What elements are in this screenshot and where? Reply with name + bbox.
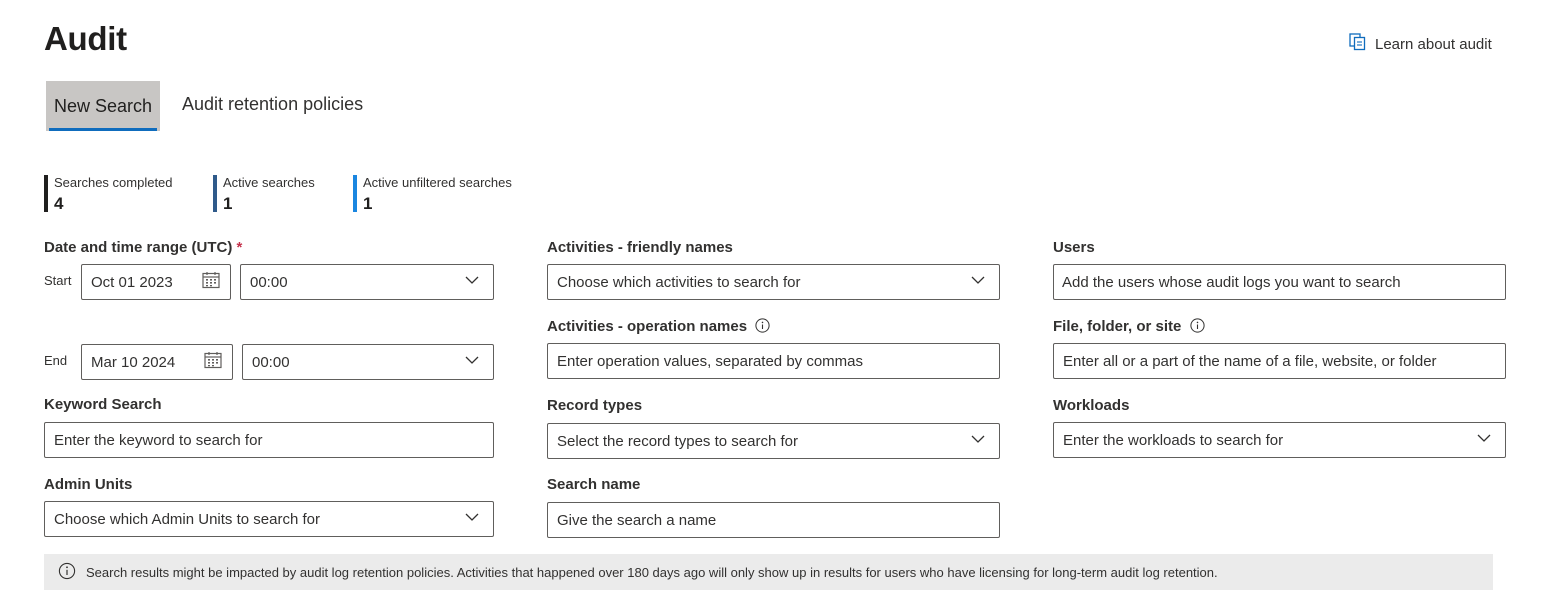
learn-link-label: Learn about audit	[1375, 35, 1492, 53]
page-title: Audit	[44, 20, 127, 57]
start-date-value: Oct 01 2023	[91, 273, 173, 291]
stat-bar	[353, 175, 357, 212]
stat-searches-completed: Searches completed 4	[44, 175, 173, 213]
stat-value: 1	[363, 194, 373, 213]
end-time-value: 00:00	[252, 353, 290, 371]
info-icon[interactable]	[1189, 318, 1205, 337]
admin-units-label: Admin Units	[44, 476, 133, 493]
file-folder-site-placeholder: Enter all or a part of the name of a fil…	[1063, 352, 1437, 370]
activities-operation-label-text: Activities - operation names	[547, 318, 748, 335]
workloads-label: Workloads	[1053, 397, 1130, 414]
date-range-label: Date and time range (UTC) *	[44, 239, 242, 256]
admin-units-placeholder: Choose which Admin Units to search for	[54, 510, 320, 528]
end-date-input[interactable]: Mar 10 2024	[81, 344, 233, 380]
chevron-down-icon	[465, 510, 493, 528]
stat-bar	[213, 175, 217, 212]
date-range-label-text: Date and time range (UTC)	[44, 239, 233, 256]
info-icon[interactable]	[755, 318, 770, 337]
search-name-input[interactable]: Give the search a name	[547, 502, 1000, 538]
calendar-icon[interactable]	[201, 270, 230, 294]
end-label: End	[44, 353, 68, 368]
learn-about-audit-link[interactable]: Learn about audit	[1349, 33, 1492, 55]
tab-audit-retention-policies[interactable]: Audit retention policies	[182, 94, 363, 115]
start-time-value: 00:00	[250, 273, 288, 291]
document-copy-icon	[1349, 33, 1366, 55]
chevron-down-icon	[465, 273, 493, 291]
stat-active-unfiltered-searches: Active unfiltered searches 1	[353, 175, 512, 213]
calendar-icon[interactable]	[203, 350, 232, 374]
stat-value: 1	[223, 194, 233, 213]
admin-units-dropdown[interactable]: Choose which Admin Units to search for	[44, 501, 494, 537]
record-types-label: Record types	[547, 397, 643, 414]
stat-value: 4	[54, 194, 64, 213]
stat-active-searches: Active searches 1	[213, 175, 315, 213]
search-name-label: Search name	[547, 476, 641, 493]
stat-label: Searches completed	[54, 175, 173, 190]
file-folder-site-label-text: File, folder, or site	[1053, 318, 1182, 335]
users-label: Users	[1053, 239, 1095, 256]
activities-friendly-placeholder: Choose which activities to search for	[557, 273, 801, 291]
tab-new-search[interactable]: New Search	[46, 81, 160, 131]
retention-notice-bar: Search results might be impacted by audi…	[44, 554, 1493, 590]
end-time-dropdown[interactable]: 00:00	[242, 344, 494, 380]
activities-friendly-dropdown[interactable]: Choose which activities to search for	[547, 264, 1000, 300]
record-types-placeholder: Select the record types to search for	[557, 432, 798, 450]
activities-operation-input[interactable]: Enter operation values, separated by com…	[547, 343, 1000, 379]
start-time-dropdown[interactable]: 00:00	[240, 264, 494, 300]
chevron-down-icon	[1477, 431, 1505, 449]
stat-label: Active unfiltered searches	[363, 175, 512, 190]
retention-notice-text: Search results might be impacted by audi…	[86, 564, 1218, 580]
workloads-placeholder: Enter the workloads to search for	[1063, 431, 1284, 449]
keyword-search-label: Keyword Search	[44, 396, 162, 413]
chevron-down-icon	[971, 432, 999, 450]
search-name-placeholder: Give the search a name	[557, 511, 717, 529]
activities-friendly-label: Activities - friendly names	[547, 239, 733, 256]
users-placeholder: Add the users whose audit logs you want …	[1062, 273, 1401, 291]
end-date-value: Mar 10 2024	[91, 353, 176, 371]
workloads-dropdown[interactable]: Enter the workloads to search for	[1053, 422, 1506, 458]
users-input[interactable]: Add the users whose audit logs you want …	[1053, 264, 1506, 300]
file-folder-site-label: File, folder, or site	[1053, 318, 1205, 337]
start-label: Start	[44, 273, 72, 288]
keyword-search-input[interactable]: Enter the keyword to search for	[44, 422, 494, 458]
keyword-search-placeholder: Enter the keyword to search for	[54, 431, 263, 449]
activities-operation-placeholder: Enter operation values, separated by com…	[557, 352, 863, 370]
tab-selected-indicator	[49, 128, 157, 131]
activities-operation-label: Activities - operation names	[547, 318, 770, 337]
info-icon	[58, 562, 86, 583]
chevron-down-icon	[971, 273, 999, 291]
record-types-dropdown[interactable]: Select the record types to search for	[547, 423, 1000, 459]
stat-bar	[44, 175, 48, 212]
required-asterisk: *	[236, 239, 243, 256]
chevron-down-icon	[465, 353, 493, 371]
start-date-input[interactable]: Oct 01 2023	[81, 264, 231, 300]
stat-label: Active searches	[223, 175, 315, 190]
tab-new-search-label: New Search	[53, 95, 153, 116]
file-folder-site-input[interactable]: Enter all or a part of the name of a fil…	[1053, 343, 1506, 379]
